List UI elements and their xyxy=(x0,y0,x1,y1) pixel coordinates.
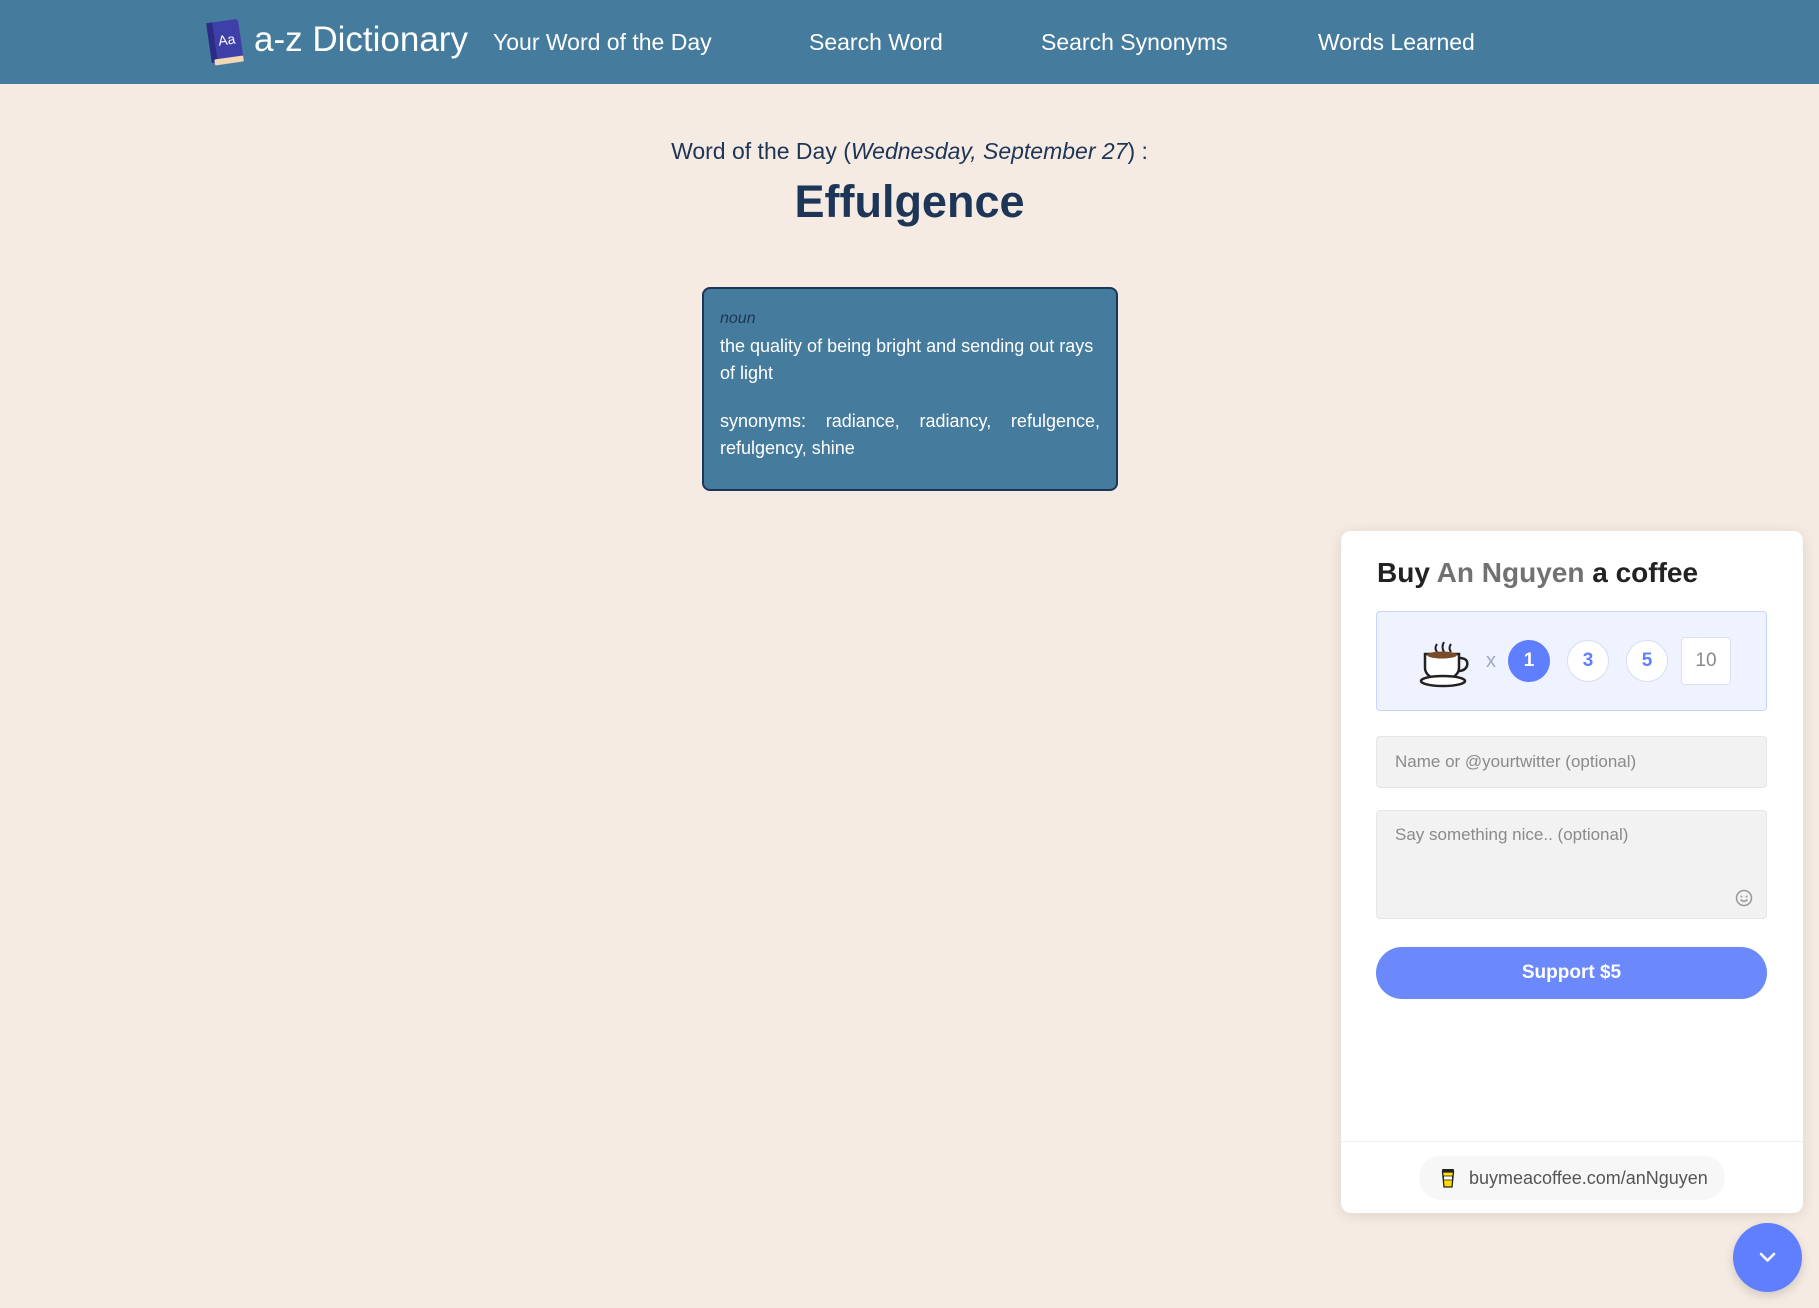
coffee-cup-icon xyxy=(1419,641,1469,688)
quantity-selector: x 1 3 5 xyxy=(1376,611,1767,711)
brand-name[interactable]: a-z Dictionary xyxy=(254,18,468,62)
footer-divider xyxy=(1341,1141,1803,1142)
quantity-option-5[interactable]: 5 xyxy=(1626,640,1668,682)
nav-link-words-learned[interactable]: Words Learned xyxy=(1318,28,1475,56)
bmc-title-suffix: a coffee xyxy=(1592,557,1699,588)
buy-me-a-coffee-panel: Buy An Nguyen a coffee x 1 3 5 Support $… xyxy=(1341,531,1803,1213)
buymeacoffee-link-text: buymeacoffee.com/anNguyen xyxy=(1469,1168,1708,1188)
nav-link-search-synonyms[interactable]: Search Synonyms xyxy=(1041,28,1228,56)
bmc-title-prefix: Buy xyxy=(1377,557,1430,588)
chevron-down-icon xyxy=(1759,1252,1776,1262)
definition-card: noun the quality of being bright and sen… xyxy=(702,287,1118,491)
quantity-option-3[interactable]: 3 xyxy=(1567,640,1609,682)
smiley-icon[interactable] xyxy=(1735,889,1753,907)
nav-link-word-of-the-day[interactable]: Your Word of the Day xyxy=(493,28,712,56)
takeaway-cup-icon xyxy=(1441,1169,1455,1188)
nav-link-search-word[interactable]: Search Word xyxy=(809,28,943,56)
definition-text: the quality of being bright and sending … xyxy=(720,336,1094,383)
synonyms-text: synonyms: radiance, radiancy, refulgence… xyxy=(720,411,1100,458)
bmc-creator-name: An Nguyen xyxy=(1436,557,1585,588)
word-of-the-day-heading: Word of the Day (Wednesday, September 27… xyxy=(0,136,1819,166)
dictionary-book-icon[interactable]: Aa xyxy=(203,18,245,66)
buymeacoffee-link[interactable]: buymeacoffee.com/anNguyen xyxy=(1419,1156,1725,1200)
message-input[interactable] xyxy=(1376,810,1767,919)
word-title: Effulgence xyxy=(794,176,1025,227)
logo-text: Aa xyxy=(217,30,236,48)
support-button[interactable]: Support $5 xyxy=(1376,947,1767,999)
bmc-title: Buy An Nguyen a coffee xyxy=(1377,555,1698,591)
part-of-speech: noun xyxy=(720,310,756,327)
heading-suffix: ) : xyxy=(1127,138,1148,164)
heading-date: Wednesday, September 27 xyxy=(850,138,1128,164)
custom-quantity-input[interactable] xyxy=(1681,637,1731,685)
name-input[interactable] xyxy=(1376,736,1767,788)
navbar: Aa a-z Dictionary Your Word of the Day S… xyxy=(0,0,1819,84)
heading-prefix: Word of the Day ( xyxy=(671,138,851,164)
widget-toggle-button[interactable] xyxy=(1733,1223,1802,1292)
multiplier-sign: x xyxy=(1486,650,1496,672)
quantity-option-1[interactable]: 1 xyxy=(1508,640,1550,682)
